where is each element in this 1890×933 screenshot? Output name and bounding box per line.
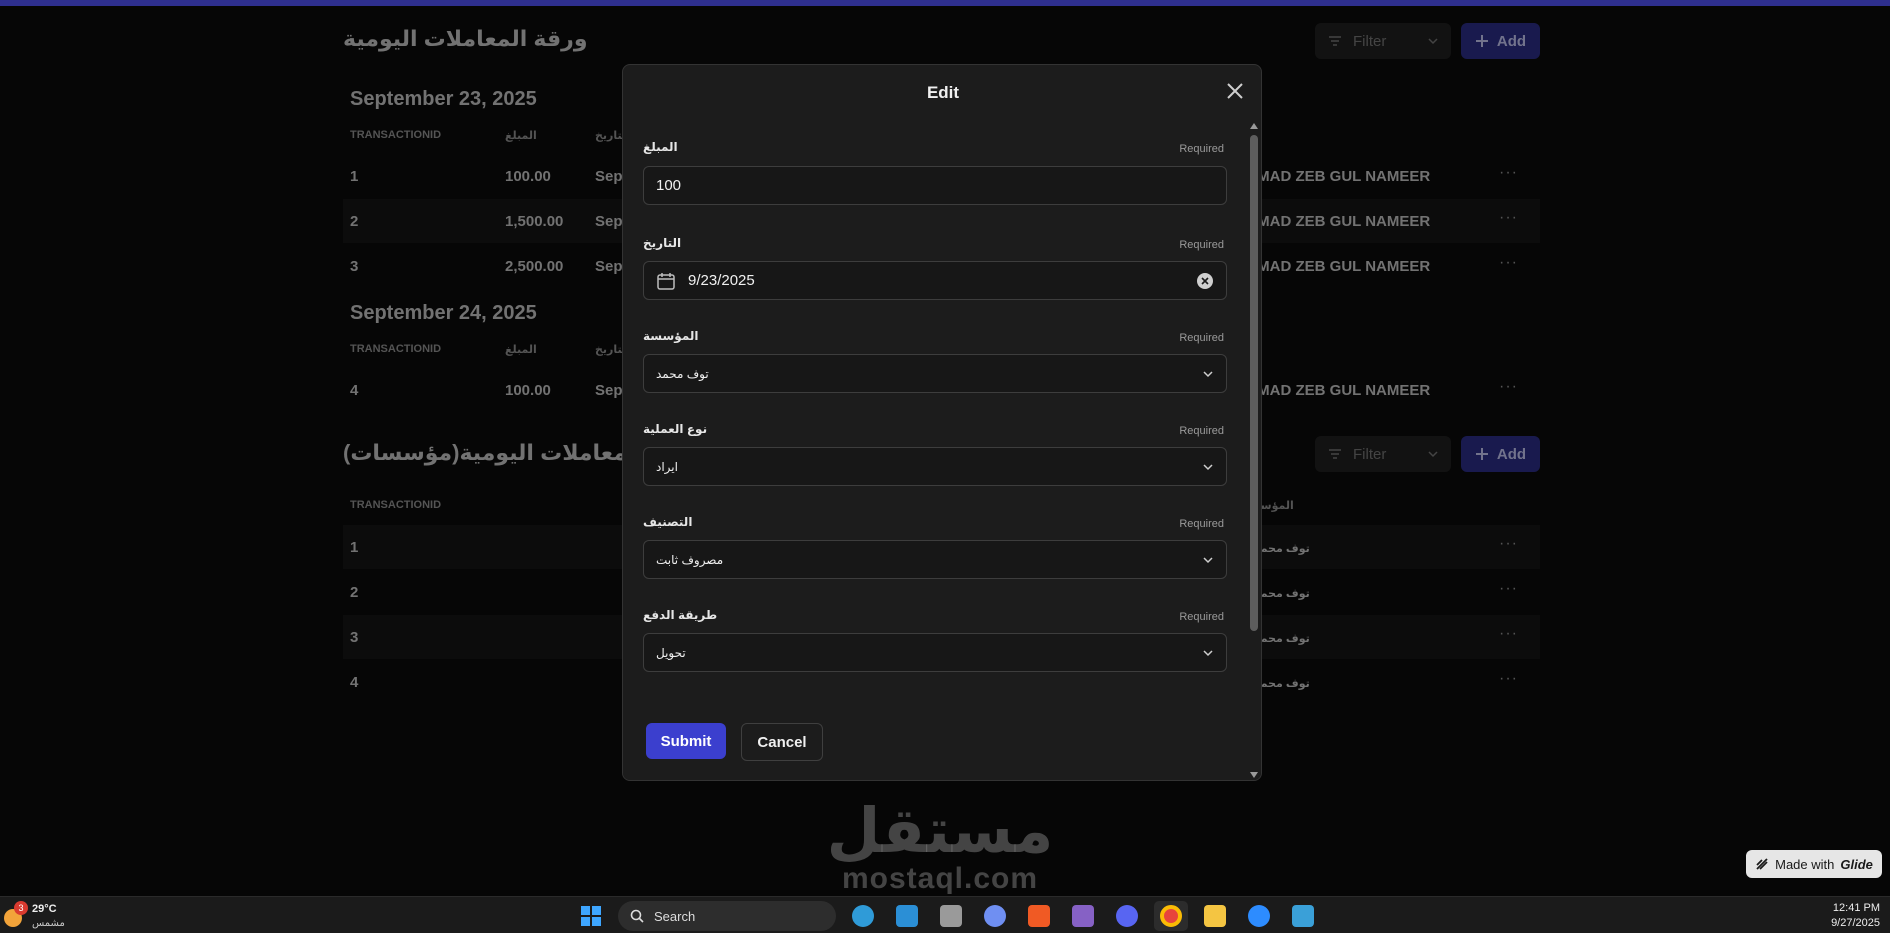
chevron-down-icon <box>1203 463 1213 470</box>
unity-icon[interactable] <box>934 901 968 931</box>
made-with-glide-badge[interactable]: Made with Glide <box>1746 850 1882 878</box>
field-label-organization: المؤسسة <box>643 329 699 343</box>
organization-value: توف محمد <box>656 366 709 381</box>
search-icon <box>630 909 644 923</box>
chevron-down-icon <box>1203 370 1213 377</box>
search-label: Search <box>654 908 696 924</box>
weather-temp: 29°C <box>32 903 57 915</box>
operation-type-select[interactable]: ايراد <box>643 447 1227 486</box>
edit-dialog: Edit المبلغ Required 100 التاريخ Require… <box>622 64 1262 781</box>
scroll-up-icon[interactable] <box>1250 123 1258 129</box>
amount-value: 100 <box>656 177 682 194</box>
mostaql-watermark: مستقل mostaql.com <box>820 800 1060 896</box>
edge-icon[interactable] <box>846 901 880 931</box>
visual-studio-icon[interactable] <box>1066 901 1100 931</box>
dialog-footer: Submit Cancel <box>623 708 1249 780</box>
glide-logo-icon <box>1756 858 1768 870</box>
close-icon[interactable] <box>1223 79 1247 103</box>
amount-field[interactable]: 100 <box>643 166 1227 205</box>
file-explorer-icon[interactable] <box>1198 901 1232 931</box>
field-label-operation-type: نوع العملية <box>643 422 708 436</box>
chevron-down-icon <box>1203 649 1213 656</box>
clear-icon[interactable] <box>1196 272 1214 290</box>
payment-method-value: تحويل <box>656 645 686 660</box>
required-indicator: Required <box>1179 425 1224 437</box>
discord-icon[interactable] <box>1110 901 1144 931</box>
vscode-icon[interactable] <box>890 901 924 931</box>
category-value: مصروف ثابت <box>656 552 724 567</box>
taskbar-apps: Search <box>574 901 1320 931</box>
date-value: 9/23/2025 <box>688 272 755 289</box>
system-clock[interactable]: 12:41 PM 9/27/2025 <box>1831 901 1880 931</box>
clock-time: 12:41 PM <box>1832 902 1880 914</box>
required-indicator: Required <box>1179 611 1224 623</box>
field-label-category: التصنيف <box>643 515 693 529</box>
required-indicator: Required <box>1179 332 1224 344</box>
required-indicator: Required <box>1179 239 1224 251</box>
chevron-down-icon <box>1203 556 1213 563</box>
windows-taskbar: 3 29°C مشمس Search 12:41 PM 9/27/2025 <box>0 896 1890 933</box>
scroll-down-icon[interactable] <box>1250 772 1258 778</box>
cancel-button[interactable]: Cancel <box>741 723 823 761</box>
organization-select[interactable]: توف محمد <box>643 354 1227 393</box>
taskbar-search[interactable]: Search <box>618 901 836 931</box>
watermark-latin: mostaql.com <box>841 862 1039 895</box>
weather-condition: مشمس <box>32 918 65 929</box>
brave-icon[interactable] <box>1022 901 1056 931</box>
category-select[interactable]: مصروف ثابت <box>643 540 1227 579</box>
photos-icon[interactable] <box>1286 901 1320 931</box>
operation-type-value: ايراد <box>656 459 678 474</box>
copilot-icon[interactable] <box>978 901 1012 931</box>
field-label-amount: المبلغ <box>643 140 678 154</box>
windows-start-icon[interactable] <box>574 901 608 931</box>
date-field[interactable]: 9/23/2025 <box>643 261 1227 300</box>
required-indicator: Required <box>1179 143 1224 155</box>
field-label-date: التاريخ <box>643 236 682 250</box>
badge-brand: Glide <box>1840 856 1873 872</box>
clock-date: 9/27/2025 <box>1831 917 1880 929</box>
notification-badge: 3 <box>14 901 28 915</box>
badge-prefix: Made with <box>1775 856 1835 872</box>
dialog-scrollbar[interactable] <box>1247 121 1261 780</box>
payment-method-select[interactable]: تحويل <box>643 633 1227 672</box>
scroll-thumb[interactable] <box>1250 135 1258 631</box>
weather-widget[interactable]: 3 29°C مشمس <box>4 901 84 931</box>
dialog-title: Edit <box>926 83 960 102</box>
zoom-icon[interactable] <box>1242 901 1276 931</box>
required-indicator: Required <box>1179 518 1224 530</box>
field-label-payment-method: طريقة الدفع <box>643 608 718 622</box>
calendar-icon <box>657 272 675 290</box>
chrome-icon[interactable] <box>1154 901 1188 931</box>
watermark-arabic: مستقل <box>826 794 1054 867</box>
submit-button[interactable]: Submit <box>646 723 726 759</box>
